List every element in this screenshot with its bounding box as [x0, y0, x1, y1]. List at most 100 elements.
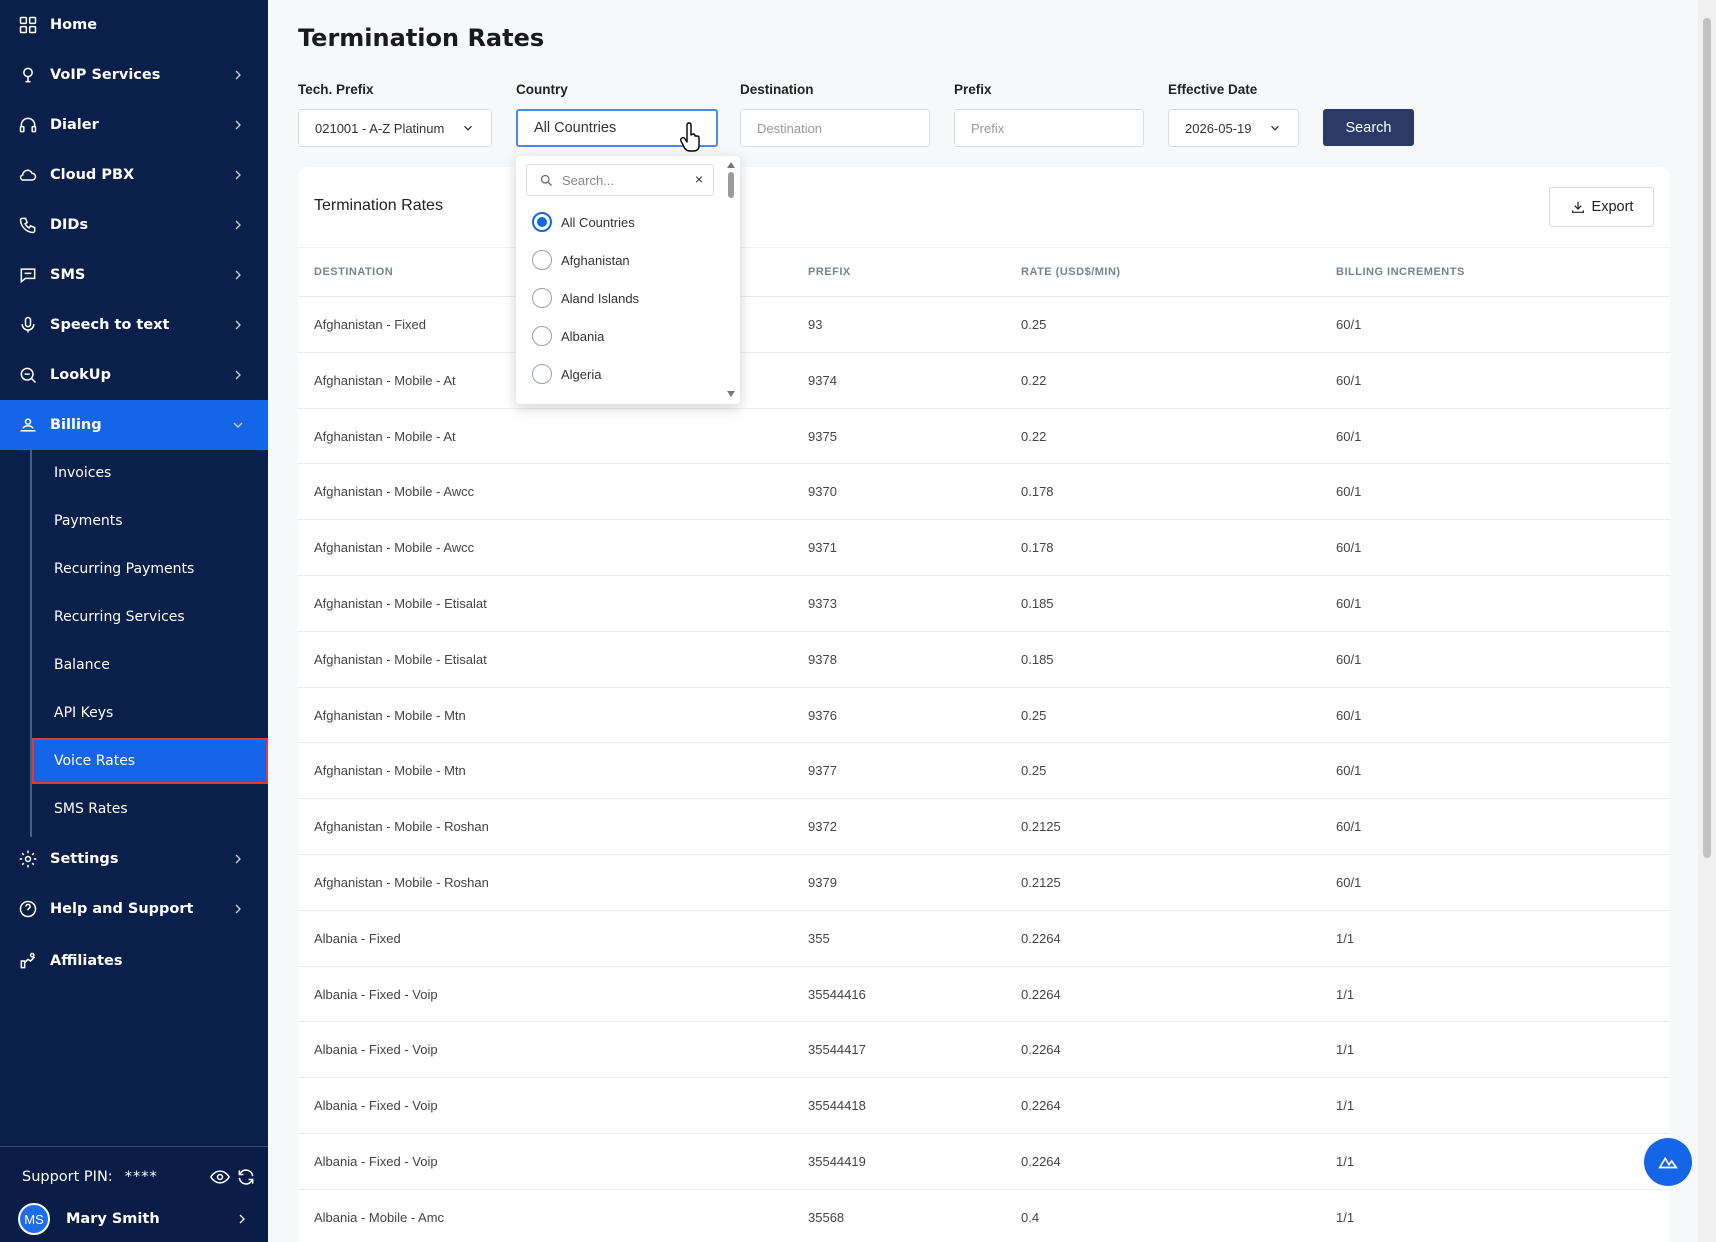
- cell-rate: 0.185: [1021, 651, 1054, 667]
- search-button[interactable]: Search: [1323, 109, 1414, 146]
- avatar: MS: [18, 1203, 50, 1235]
- microphone-icon: [18, 315, 38, 335]
- table-row: Afghanistan - Mobile - Etisalat 9373 0.185…: [298, 576, 1670, 632]
- column-header-prefix[interactable]: PREFIX: [808, 266, 851, 278]
- dropdown-option[interactable]: Algeria: [532, 362, 601, 386]
- sidebar-subitem-recurring-payments[interactable]: Recurring Payments: [32, 546, 268, 592]
- cell-rate: 0.22: [1021, 428, 1047, 444]
- sidebar-item-dids[interactable]: DIDs: [0, 200, 268, 250]
- cell-billing-increments: 1/1: [1336, 1209, 1355, 1225]
- dropdown-option[interactable]: All Countries: [532, 210, 635, 234]
- dropdown-search-input[interactable]: Search... ×: [526, 164, 714, 196]
- sidebar-item-sms[interactable]: SMS: [0, 250, 268, 300]
- sidebar-subitem-api-keys[interactable]: API Keys: [32, 690, 268, 736]
- sidebar-subitem-invoices[interactable]: Invoices: [32, 450, 268, 496]
- user-profile[interactable]: MS Mary Smith: [18, 1203, 250, 1235]
- radio-icon: [532, 250, 552, 270]
- prefix-input[interactable]: Prefix: [954, 109, 1144, 147]
- destination-input[interactable]: Destination: [740, 109, 930, 147]
- cell-billing-increments: 60/1: [1336, 317, 1362, 332]
- cell-destination: Albania - Mobile - Amc: [314, 1209, 445, 1225]
- destination-label: Destination: [740, 82, 814, 97]
- sidebar-item-label: Cloud PBX: [50, 167, 135, 183]
- cell-billing-increments: 1/1: [1336, 1098, 1355, 1114]
- chevron-right-icon: [230, 317, 246, 333]
- sidebar-item-help-and-support[interactable]: Help and Support: [0, 884, 268, 934]
- download-icon: [1571, 201, 1584, 213]
- affiliates-icon: [18, 951, 38, 971]
- cell-destination: Albania - Fixed - Voip: [314, 1098, 438, 1114]
- table-body: Afghanistan - Fixed 93 0.25 60/1 Afghanistan…: [298, 297, 1670, 1242]
- refresh-icon[interactable]: [236, 1167, 256, 1192]
- eye-icon[interactable]: [209, 1167, 231, 1192]
- cell-billing-increments: 1/1: [1336, 1042, 1355, 1058]
- chevron-down-icon: [230, 417, 246, 433]
- table-row: Afghanistan - Mobile - Mtn 9377 0.25 60/1: [298, 743, 1670, 800]
- support-pin-label: Support PIN:: [22, 1169, 113, 1185]
- voip-icon: [18, 65, 38, 85]
- lookup-icon: [18, 365, 38, 385]
- cell-destination: Afghanistan - Mobile - At: [314, 428, 456, 444]
- table-row: Albania - Fixed - Voip 35544417 0.2264 1/1: [298, 1022, 1670, 1079]
- sidebar-item-settings[interactable]: Settings: [0, 834, 268, 884]
- sidebar-item-label: SMS: [50, 267, 86, 283]
- radio-icon: [532, 326, 552, 346]
- chevron-right-icon: [230, 217, 246, 233]
- support-pin-value: ****: [124, 1169, 158, 1185]
- cell-prefix: 35568: [808, 1209, 845, 1225]
- radio-icon: [532, 364, 552, 384]
- cell-billing-increments: 1/1: [1336, 930, 1355, 946]
- cell-rate: 0.2125: [1021, 874, 1061, 890]
- sidebar-subitem-balance[interactable]: Balance: [32, 642, 268, 688]
- sidebar-subitem-voice-rates[interactable]: Voice Rates: [32, 738, 268, 784]
- main-content: Termination Rates Tech. Prefix 021001 - …: [268, 0, 1698, 1242]
- cell-billing-increments: 60/1: [1336, 484, 1362, 500]
- chevron-right-icon: [230, 117, 246, 133]
- sidebar-item-voip-services[interactable]: VoIP Services: [0, 50, 268, 100]
- sidebar-item-label: Settings: [50, 851, 119, 867]
- export-button[interactable]: Export: [1549, 187, 1654, 227]
- sidebar-subitem-payments[interactable]: Payments: [32, 498, 268, 544]
- column-header-billing-increments[interactable]: BILLING INCREMENTS: [1336, 266, 1465, 278]
- table-row: Albania - Fixed - Voip 35544418 0.2264 1/1: [298, 1078, 1670, 1134]
- sidebar-item-label: Billing: [50, 417, 102, 433]
- column-header-destination[interactable]: DESTINATION: [314, 266, 393, 278]
- help-icon: [18, 899, 38, 919]
- sidebar-item-home[interactable]: Home: [0, 0, 268, 50]
- column-header-rate[interactable]: RATE (USD$/MIN): [1021, 266, 1121, 278]
- clear-icon[interactable]: ×: [695, 171, 703, 187]
- chevron-right-icon: [230, 851, 246, 867]
- table-row: Afghanistan - Mobile - Awcc 9371 0.178 60/1: [298, 520, 1670, 576]
- sidebar-subitem-sms-rates[interactable]: SMS Rates: [32, 786, 268, 832]
- dropdown-option[interactable]: Albania: [532, 324, 604, 348]
- dropdown-scrollbar[interactable]: [726, 160, 736, 400]
- sidebar-subitem-recurring-services[interactable]: Recurring Services: [32, 594, 268, 640]
- dropdown-option[interactable]: Afghanistan: [532, 248, 630, 272]
- country-dropdown: Search... × All Countries Afghanistan Alan…: [516, 156, 740, 404]
- support-pin-actions: [209, 1167, 256, 1192]
- sidebar-item-label: Help and Support: [50, 901, 194, 917]
- dropdown-option[interactable]: Aland Islands: [532, 286, 639, 310]
- sidebar-item-label: Home: [50, 17, 98, 33]
- sidebar-item-speech-to-text[interactable]: Speech to text: [0, 300, 268, 350]
- page-scrollbar-thumb[interactable]: [1703, 18, 1711, 858]
- help-chat-button[interactable]: [1644, 1138, 1692, 1186]
- sidebar-item-lookup[interactable]: LookUp: [0, 350, 268, 400]
- cell-rate: 0.178: [1021, 484, 1054, 500]
- sidebar-item-billing[interactable]: Billing: [0, 400, 268, 450]
- cell-billing-increments: 60/1: [1336, 372, 1362, 388]
- effective-date-select[interactable]: 2026-05-19: [1168, 109, 1299, 147]
- chevron-right-icon: [234, 1211, 250, 1232]
- sidebar-item-label: Affiliates: [50, 953, 123, 969]
- sidebar-item-affiliates[interactable]: Affiliates: [0, 936, 268, 986]
- sidebar-item-cloud-pbx[interactable]: Cloud PBX: [0, 150, 268, 200]
- export-label: Export: [1591, 199, 1634, 215]
- hand-cursor-icon: [680, 122, 700, 152]
- tech-prefix-select[interactable]: 021001 - A-Z Platinum: [298, 109, 492, 147]
- billing-icon: [18, 415, 38, 435]
- table-row: Albania - Fixed - Voip 35544416 0.2264 1/1: [298, 967, 1670, 1023]
- sidebar-footer: Support PIN: **** MS Mary Smith: [0, 1146, 268, 1242]
- sidebar-item-dialer[interactable]: Dialer: [0, 100, 268, 150]
- cell-prefix: 9374: [808, 372, 837, 388]
- page-scrollbar[interactable]: [1698, 0, 1716, 1242]
